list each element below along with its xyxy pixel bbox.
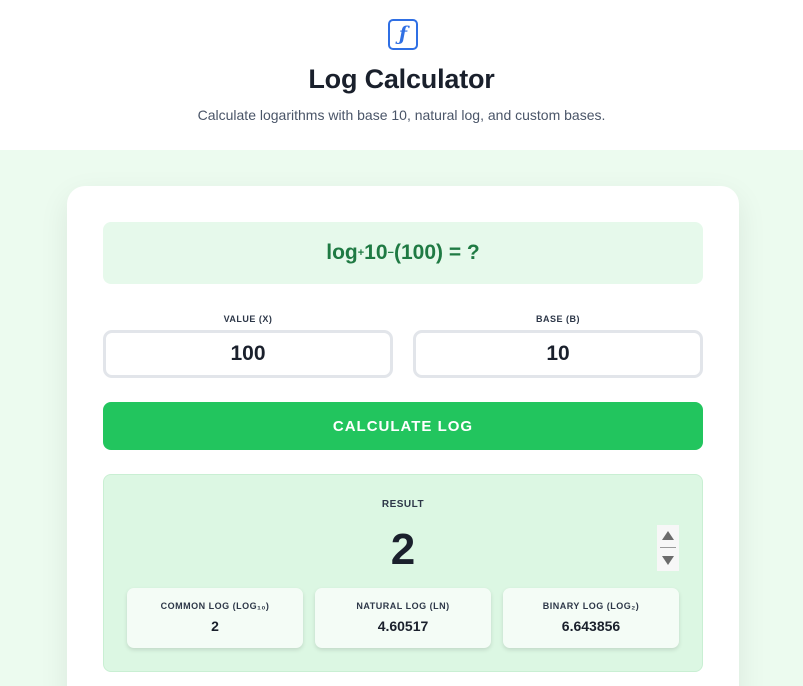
natural-log-card: NATURAL LOG (LN) 4.60517	[315, 588, 491, 648]
main-area: log+10−(100) = ? VALUE (X) BASE (B) CALC…	[0, 150, 803, 686]
base-label: BASE (B)	[536, 314, 580, 324]
arrow-down-icon[interactable]	[662, 556, 674, 565]
common-log-label: COMMON LOG (LOG₁₀)	[160, 601, 270, 611]
stepper-divider	[660, 547, 676, 548]
result-value: 2	[390, 525, 416, 574]
formula-suffix: = ?	[443, 241, 480, 264]
calculator-card: log+10−(100) = ? VALUE (X) BASE (B) CALC…	[67, 186, 739, 686]
binary-log-value: 6.643856	[561, 618, 621, 634]
binary-log-card: BINARY LOG (LOG₂) 6.643856	[503, 588, 679, 648]
natural-log-value: 4.60517	[377, 618, 429, 634]
result-label: RESULT	[381, 499, 425, 510]
binary-log-label: BINARY LOG (LOG₂)	[542, 601, 640, 611]
function-logo-icon: ƒ	[388, 19, 418, 50]
formula-display: log +10− (100) = ?	[103, 222, 703, 284]
formula-log: log	[326, 241, 358, 264]
result-panel: RESULT 2 COMMON LOG (LOG₁₀) 2 NATURAL LO…	[103, 474, 703, 672]
formula-argument: (100)	[393, 241, 443, 264]
common-log-card: COMMON LOG (LOG₁₀) 2	[127, 588, 303, 648]
formula-base: 10	[364, 241, 388, 264]
page-title: Log Calculator	[308, 64, 495, 94]
arrow-up-icon[interactable]	[662, 531, 674, 540]
page-header: ƒ Log Calculator Calculate logarithms wi…	[0, 0, 803, 150]
base-input[interactable]	[413, 330, 703, 378]
value-input[interactable]	[103, 330, 393, 378]
value-label: VALUE (X)	[223, 314, 273, 324]
page-subtitle: Calculate logarithms with base 10, natur…	[197, 107, 606, 123]
natural-log-label: NATURAL LOG (LN)	[356, 601, 450, 611]
calculate-log-button[interactable]: CALCULATE LOG	[103, 402, 703, 450]
result-stepper[interactable]	[657, 525, 679, 571]
common-log-value: 2	[211, 618, 219, 634]
